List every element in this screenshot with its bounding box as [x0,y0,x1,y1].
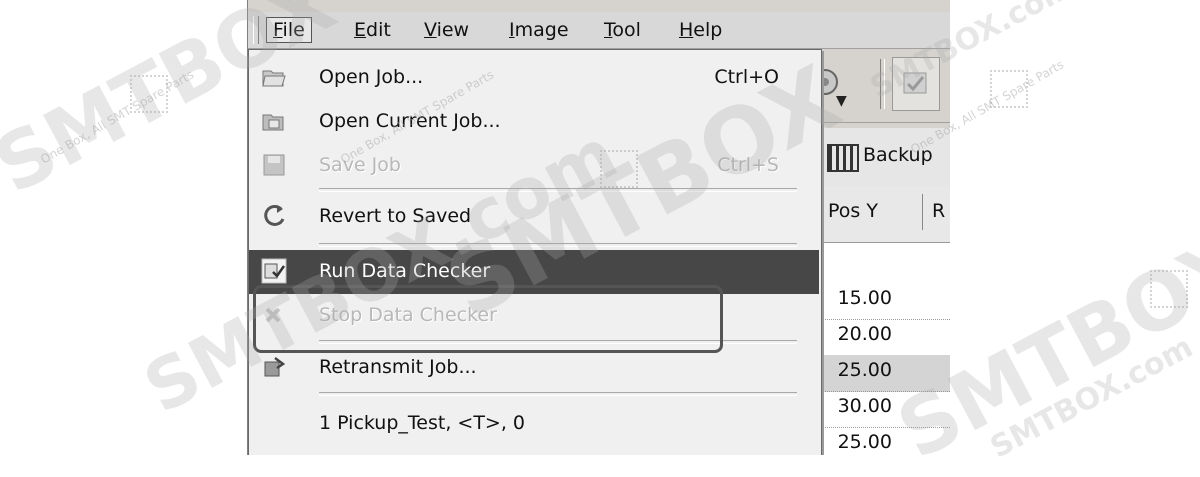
menu-separator [319,392,797,396]
menubar-grip[interactable] [253,16,259,44]
menu-item-recent-job-1[interactable]: 1 Pickup_Test, <T>, 0 [249,402,819,446]
menu-separator [319,340,797,344]
folder-current-icon [262,114,284,131]
menu-separator [319,243,797,247]
table-row[interactable]: 30.00 [818,391,950,428]
cell-pos-y: 20.00 [837,323,892,345]
menu-item-label: Run Data Checker [319,260,491,282]
save-disk-icon [263,154,285,176]
table-body: 15.00 20.00 25.00 30.00 25.00 [818,243,950,455]
tab-backup[interactable]: Backup [818,128,950,187]
menu-item-open-current-job[interactable]: Open Current Job... [249,100,819,144]
menu-item-save-job: Save Job Ctrl+S [249,144,819,188]
menu-separator [319,188,797,192]
watermark-text: SMTBOX.com [984,329,1199,466]
revert-arrow-icon [264,204,285,226]
menu-edit[interactable]: Edit [348,18,397,42]
menu-item-label: Save Job [319,154,401,176]
menu-item-open-job[interactable]: Open Job... Ctrl+O [249,56,819,100]
application-window: File Edit View Image Tool Help ▼ Backup … [247,0,950,455]
data-checker-icon [261,258,287,284]
menu-file[interactable]: File [266,17,312,43]
menu-item-label: Open Job... [319,66,424,88]
stop-x-icon [265,307,281,323]
menu-help[interactable]: Help [673,18,728,42]
column-divider[interactable] [922,194,923,230]
menu-bar: File Edit View Image Tool Help [248,12,950,49]
table-row[interactable]: 15.00 [818,283,950,320]
watermark-logo-icon [990,70,1028,108]
menu-item-revert-to-saved[interactable]: Revert to Saved [249,195,819,239]
table-row[interactable]: 25.00 [818,355,950,392]
check-icon [903,72,927,94]
table-row[interactable]: 25.00 [818,427,950,455]
menu-item-shortcut: Ctrl+O [714,66,779,88]
retransmit-icon [264,357,286,377]
table-header: Pos Y R [818,186,950,243]
backup-icon [827,144,859,172]
watermark-tagline: One Box, All SMT Spare Parts [38,67,197,167]
menu-tool[interactable]: Tool [598,18,647,42]
cell-pos-y: 25.00 [837,359,892,381]
menu-item-retransmit-job[interactable]: Retransmit Job... [249,346,819,390]
check-button[interactable] [892,57,940,111]
watermark-logo-icon [1150,270,1188,308]
cell-pos-y: 15.00 [837,287,892,309]
menu-item-label: Stop Data Checker [319,304,497,326]
cell-pos-y: 25.00 [837,431,892,453]
menu-item-run-data-checker[interactable]: Run Data Checker [249,250,819,294]
table-row[interactable]: 20.00 [818,319,950,356]
menu-item-stop-data-checker: Stop Data Checker [249,294,819,338]
column-header-r[interactable]: R [932,200,945,222]
menu-image[interactable]: Image [503,18,575,42]
column-header-pos-y[interactable]: Pos Y [828,200,878,222]
cell-pos-y: 30.00 [837,395,892,417]
menu-item-label: Retransmit Job... [319,356,477,378]
menu-item-label: Revert to Saved [319,205,472,227]
file-menu-dropdown: Open Job... Ctrl+O Open Current Job... S… [248,49,822,455]
menu-item-label: 1 Pickup_Test, <T>, 0 [319,412,526,434]
menu-item-shortcut: Ctrl+S [717,154,779,176]
watermark-logo-icon [130,75,168,113]
menu-item-label: Open Current Job... [319,110,501,132]
chevron-down-icon[interactable]: ▼ [836,93,847,109]
tab-label: Backup [863,144,933,166]
folder-open-icon [262,70,286,87]
menu-view[interactable]: View [418,18,475,42]
toolbar-separator [880,59,885,109]
